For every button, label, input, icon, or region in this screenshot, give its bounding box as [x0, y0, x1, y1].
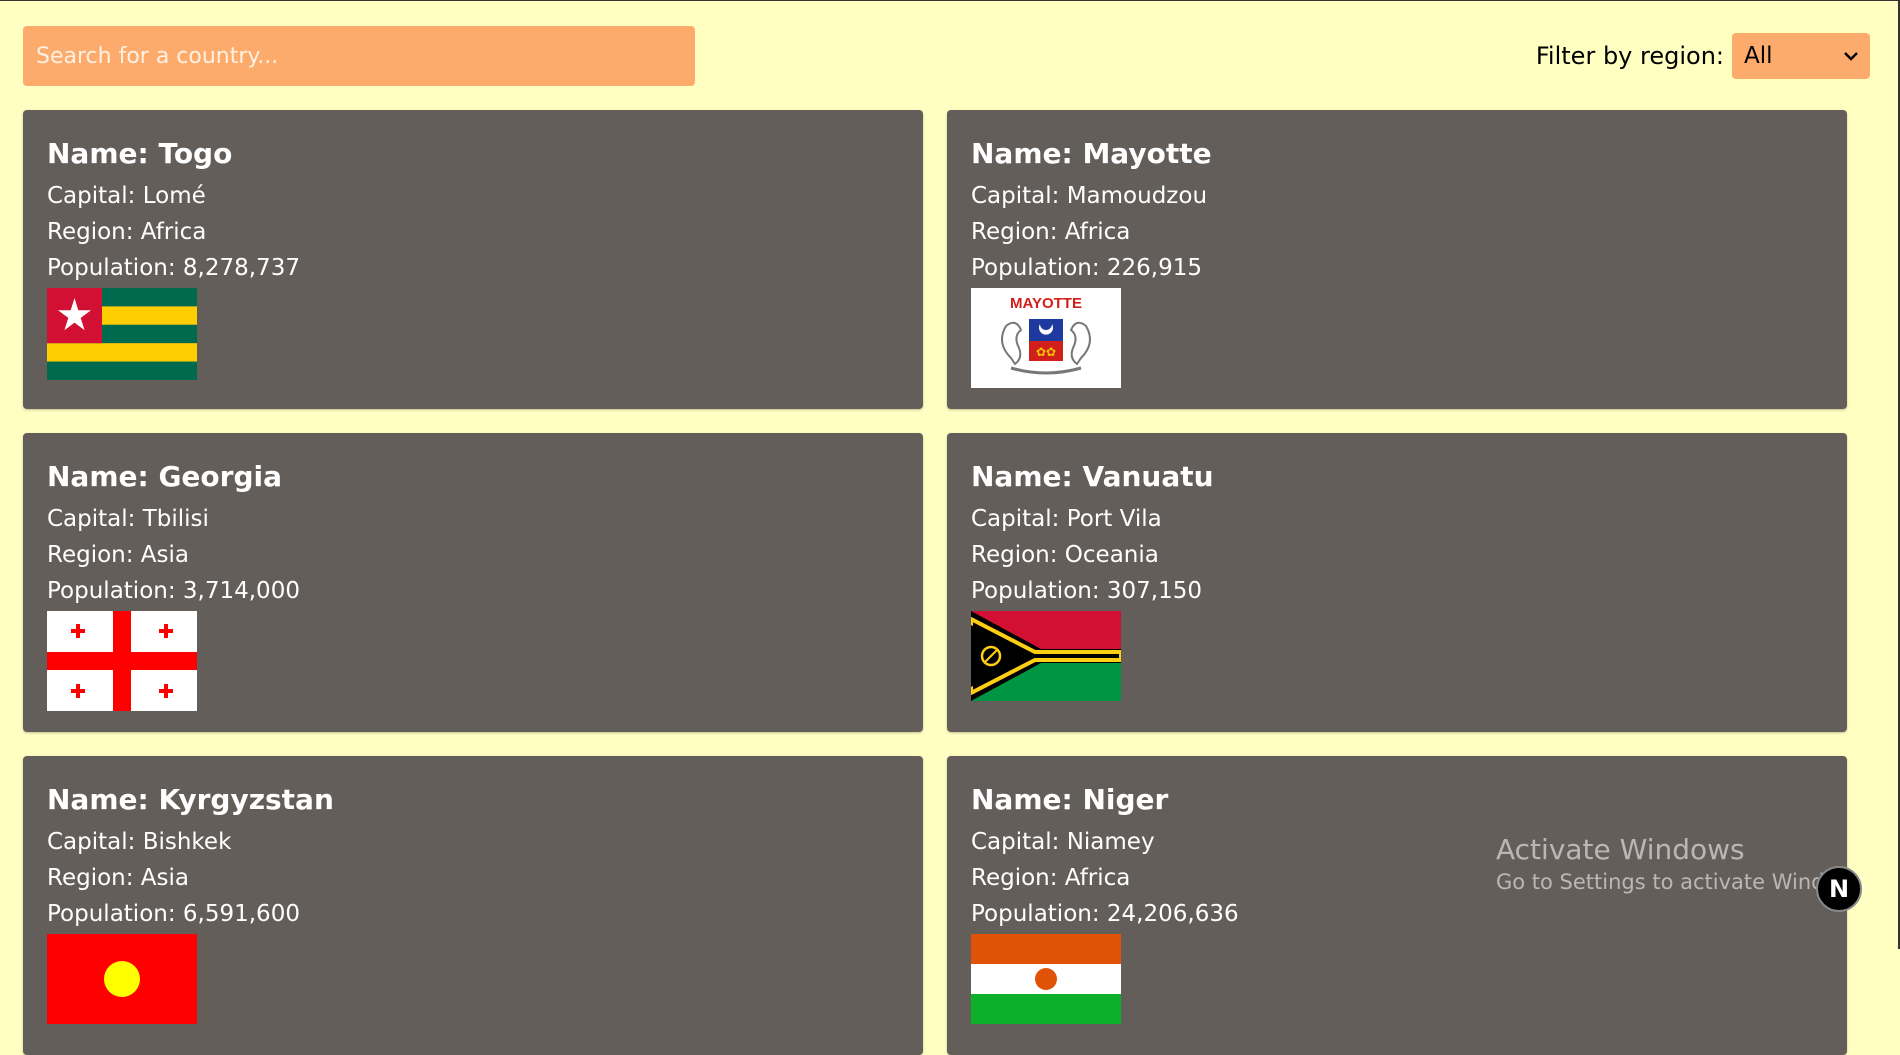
country-capital: Capital: Port Vila [971, 506, 1162, 533]
region-select[interactable]: All [1732, 33, 1870, 79]
search-input[interactable] [23, 26, 695, 86]
country-region: Region: Africa [47, 219, 207, 246]
country-region: Region: Africa [971, 219, 1131, 246]
country-name: Name: Kyrgyzstan [47, 783, 334, 816]
top-bar: Filter by region: All [0, 1, 1898, 109]
kyrgyzstan-flag [47, 934, 197, 1025]
country-population: Population: 8,278,737 [47, 255, 300, 282]
country-capital: Capital: Bishkek [47, 829, 232, 856]
country-population: Population: 3,714,000 [47, 578, 300, 605]
next-dev-badge[interactable]: N [1816, 866, 1862, 912]
georgia-flag [47, 611, 197, 712]
mayotte-flag: MAYOTTE ✿✿ [971, 288, 1121, 389]
country-region: Region: Africa [971, 865, 1131, 892]
country-card[interactable]: Name: Niger Capital: Niamey Region: Afri… [947, 756, 1847, 1055]
country-card[interactable]: Name: Georgia Capital: Tbilisi Region: A… [23, 433, 923, 732]
country-card[interactable]: Name: Togo Capital: Lomé Region: Africa … [23, 110, 923, 409]
country-name: Name: Mayotte [971, 137, 1212, 170]
togo-flag [47, 288, 197, 381]
country-name: Name: Vanuatu [971, 460, 1214, 493]
country-population: Population: 6,591,600 [47, 901, 300, 928]
country-capital: Capital: Niamey [971, 829, 1155, 856]
country-population: Population: 307,150 [971, 578, 1203, 605]
country-name: Name: Niger [971, 783, 1169, 816]
country-card[interactable]: Name: Kyrgyzstan Capital: Bishkek Region… [23, 756, 923, 1055]
mayotte-flowers: ✿✿ [1036, 345, 1056, 359]
country-capital: Capital: Tbilisi [47, 506, 209, 533]
country-region: Region: Asia [47, 542, 189, 569]
chevron-down-icon [1844, 49, 1858, 63]
country-capital: Capital: Mamoudzou [971, 183, 1208, 210]
country-population: Population: 24,206,636 [971, 901, 1239, 928]
vanuatu-flag [971, 611, 1121, 702]
country-capital: Capital: Lomé [47, 183, 206, 210]
country-card[interactable]: Name: Mayotte Capital: Mamoudzou Region:… [947, 110, 1847, 409]
niger-flag [971, 934, 1121, 1025]
country-region: Region: Asia [47, 865, 189, 892]
badge-letter: N [1828, 875, 1850, 903]
mayotte-flag-text: MAYOTTE [1010, 295, 1082, 312]
country-grid: Name: Togo Capital: Lomé Region: Africa … [23, 110, 1847, 1055]
region-filter: Filter by region: All [1536, 33, 1870, 79]
country-card[interactable]: Name: Vanuatu Capital: Port Vila Region:… [947, 433, 1847, 732]
country-population: Population: 226,915 [971, 255, 1203, 282]
country-name: Name: Georgia [47, 460, 282, 493]
country-region: Region: Oceania [971, 542, 1159, 569]
region-select-value: All [1744, 43, 1773, 69]
filter-label: Filter by region: [1535, 42, 1724, 70]
country-name: Name: Togo [47, 137, 233, 170]
